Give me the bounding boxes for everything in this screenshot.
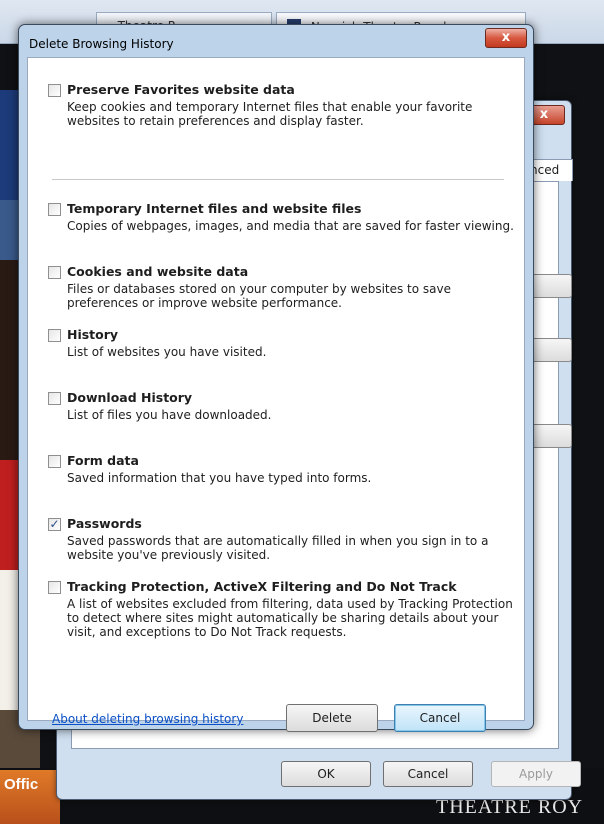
delete-button[interactable]: Delete [286, 704, 378, 732]
option-label[interactable]: Temporary Internet files and website fil… [67, 201, 361, 216]
option-description: A list of websites excluded from filteri… [67, 597, 513, 639]
checkbox-passwords[interactable]: ✓ [48, 518, 61, 531]
checkmark-icon: ✓ [49, 517, 60, 531]
checkbox-form-data[interactable] [48, 455, 61, 468]
ok-button[interactable]: OK [281, 761, 371, 787]
about-deleting-history-link[interactable]: About deleting browsing history [52, 712, 243, 726]
close-icon: x [501, 30, 511, 45]
separator [52, 179, 504, 181]
checkbox-preserve-favorites[interactable] [48, 84, 61, 97]
apply-button[interactable]: Apply [491, 761, 581, 787]
dialog-title: Delete Browsing History [29, 37, 174, 51]
advert-text: Offic [4, 776, 39, 793]
option-description: Saved information that you have typed in… [67, 471, 372, 485]
checkbox-temporary-files[interactable] [48, 203, 61, 216]
checkbox-cookies[interactable] [48, 266, 61, 279]
delete-browsing-history-dialog: Delete Browsing History x Preserve Favor… [18, 24, 534, 732]
option-label[interactable]: History [67, 327, 118, 342]
option-label[interactable]: Download History [67, 390, 192, 405]
option-description: Saved passwords that are automatically f… [67, 534, 489, 562]
cancel-button[interactable]: Cancel [394, 704, 486, 732]
option-description: Keep cookies and temporary Internet file… [67, 100, 473, 128]
option-description: Copies of webpages, images, and media th… [67, 219, 514, 233]
tab-label: nced [530, 163, 560, 177]
close-button[interactable]: x [485, 28, 527, 48]
advert-banner[interactable]: Offic [0, 770, 60, 824]
checkbox-download-history[interactable] [48, 392, 61, 405]
option-description: List of websites you have visited. [67, 345, 267, 359]
option-label[interactable]: Cookies and website data [67, 264, 248, 279]
close-icon: x [539, 107, 549, 122]
option-description: Files or databases stored on your comput… [67, 282, 452, 310]
option-label[interactable]: Form data [67, 453, 139, 468]
option-label[interactable]: Tracking Protection, ActiveX Filtering a… [67, 579, 457, 594]
cancel-button[interactable]: Cancel [383, 761, 473, 787]
checkbox-history[interactable] [48, 329, 61, 342]
option-description: List of files you have downloaded. [67, 408, 272, 422]
checkbox-tracking-protection[interactable] [48, 581, 61, 594]
option-label[interactable]: Passwords [67, 516, 142, 531]
dialog-body: Preserve Favorites website data Keep coo… [27, 57, 525, 732]
option-label[interactable]: Preserve Favorites website data [67, 82, 295, 97]
